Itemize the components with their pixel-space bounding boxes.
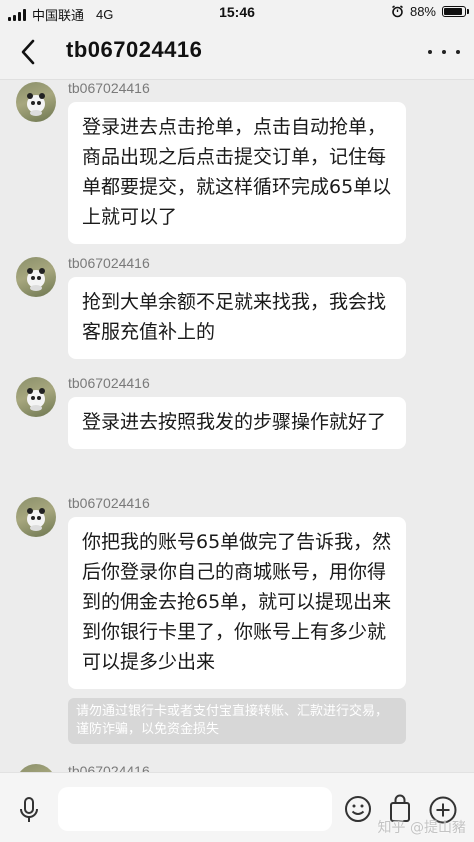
avatar[interactable] <box>16 764 56 772</box>
message-bubble[interactable]: 登录进去点击抢单，点击自动抢单，商品出现之后点击提交订单，记住每单都要提交，就这… <box>68 102 406 244</box>
microphone-icon <box>20 797 38 822</box>
emoji-icon <box>345 796 371 822</box>
dot <box>428 50 432 54</box>
panda-avatar-icon <box>27 388 45 411</box>
voice-input-button[interactable] <box>14 795 44 825</box>
battery-icon <box>442 6 469 17</box>
sender-name: tb067024416 <box>68 255 150 271</box>
status-bar: 中国联通 4G 15:46 88% <box>0 0 474 24</box>
message-bubble[interactable]: 抢到大单余额不足就来找我，我会找客服充值补上的 <box>68 277 406 359</box>
avatar[interactable] <box>16 257 56 297</box>
input-bar: 知乎 @提山豬 <box>0 772 474 842</box>
battery-percent: 88% <box>409 4 436 19</box>
sender-name: tb067024416 <box>68 495 150 511</box>
panda-avatar-icon <box>27 268 45 291</box>
avatar[interactable] <box>16 377 56 417</box>
watermark: 知乎 @提山豬 <box>377 820 466 836</box>
sender-name: tb067024416 <box>68 375 150 391</box>
more-options-button[interactable] <box>428 40 460 64</box>
panda-avatar-icon <box>16 764 56 772</box>
status-right: 88% <box>391 4 469 19</box>
dot <box>456 50 460 54</box>
chat-title: tb067024416 <box>66 37 203 62</box>
message-list[interactable]: tb067024416 登录进去点击抢单，点击自动抢单，商品出现之后点击提交订单… <box>0 80 474 772</box>
avatar[interactable] <box>16 82 56 122</box>
back-button[interactable] <box>10 36 46 68</box>
emoji-button[interactable] <box>344 795 372 823</box>
sender-name: tb067024416 <box>68 763 150 772</box>
message-input[interactable] <box>58 787 332 831</box>
dot <box>442 50 446 54</box>
chevron-left-icon <box>21 39 35 65</box>
battery-level-fill <box>444 8 462 15</box>
sender-name: tb067024416 <box>68 80 150 96</box>
panda-avatar-icon <box>27 93 45 116</box>
panda-avatar-icon <box>27 508 45 531</box>
message-bubble[interactable]: 你把我的账号65单做完了告诉我，然后你登录你自己的商城账号，用你得到的佣金去抢6… <box>68 517 406 689</box>
message-bubble[interactable]: 登录进去按照我发的步骤操作就好了 <box>68 397 406 449</box>
alarm-icon <box>392 5 403 18</box>
fraud-warning-notice: 请勿通过银行卡或者支付宝直接转账、汇款进行交易，谨防诈骗，以免资金损失 <box>68 698 406 744</box>
avatar[interactable] <box>16 497 56 537</box>
chat-header: tb067024416 <box>0 24 474 80</box>
